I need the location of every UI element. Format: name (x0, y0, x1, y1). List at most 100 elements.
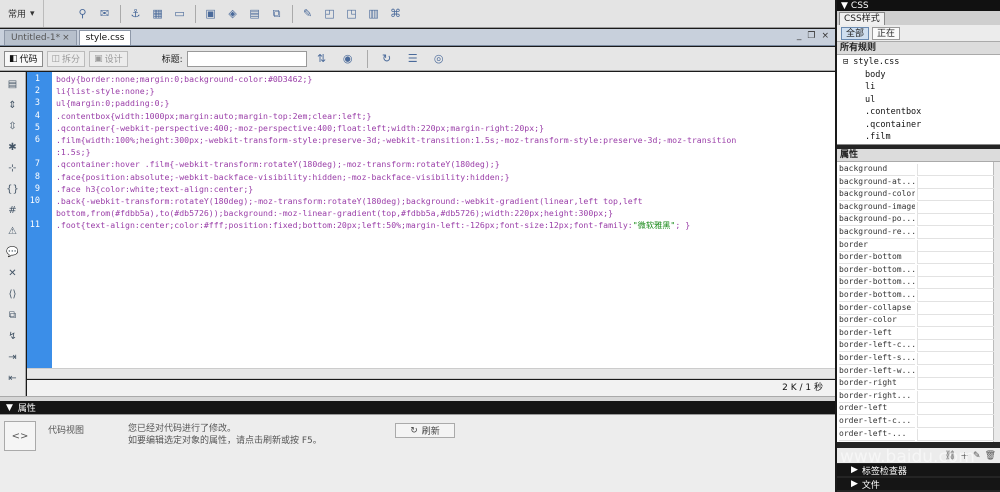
design-view-button[interactable]: ▣ 设计 (89, 50, 128, 67)
tag-inspector-header[interactable]: ▶ 标签检查器 (837, 464, 1000, 477)
css-property-name[interactable]: border-color (839, 315, 915, 328)
css-property-value[interactable] (917, 365, 994, 378)
outdent-icon[interactable]: ⇤ (4, 369, 22, 387)
css-property-value[interactable] (917, 252, 994, 265)
link-icon[interactable]: ⚲ (74, 5, 92, 23)
css-property-value[interactable] (917, 201, 994, 214)
date-icon[interactable]: ▤ (246, 5, 264, 23)
properties-scrollbar[interactable] (993, 162, 1000, 442)
select-parent-icon[interactable]: ⊹ (4, 159, 22, 177)
balance-braces-icon[interactable]: {} (4, 180, 22, 198)
rule-item[interactable]: .film (865, 132, 891, 142)
preview-globe-icon[interactable]: ◉ (339, 50, 357, 68)
css-property-name[interactable]: background-image (839, 202, 915, 214)
css-property-value[interactable] (917, 403, 994, 416)
expand-all-icon[interactable]: ✱ (4, 138, 22, 156)
rule-item[interactable]: body (865, 70, 885, 80)
delete-rule-icon[interactable]: 🗑 (985, 451, 996, 461)
css-property-name[interactable]: border-bottom... (839, 290, 915, 302)
css-property-value[interactable] (917, 327, 994, 340)
css-property-name[interactable]: border-left-s... (839, 353, 915, 365)
css-property-value[interactable] (917, 315, 994, 328)
css-property-name[interactable]: border-right... (839, 391, 915, 403)
visual-aids-icon[interactable]: ◎ (430, 50, 448, 68)
css-property-name[interactable]: border-bottom... (839, 265, 915, 277)
tab-style-css[interactable]: style.css (78, 30, 132, 45)
css-property-value[interactable] (917, 290, 994, 302)
css-property-value[interactable] (917, 390, 994, 403)
title-input[interactable] (186, 50, 307, 67)
css-property-value[interactable] (917, 340, 994, 353)
comment-icon[interactable]: ✎ (299, 5, 317, 23)
css-property-name[interactable]: background (839, 164, 915, 176)
css-property-value[interactable] (917, 164, 994, 176)
restore-icon[interactable]: ❐ (807, 31, 815, 41)
edit-rule-icon[interactable]: ✎ (973, 451, 981, 461)
move-css-icon[interactable]: ↯ (4, 327, 22, 345)
css-property-name[interactable]: border-collapse (839, 303, 915, 315)
css-property-name[interactable]: border-left-c... (839, 340, 915, 353)
css-property-value[interactable] (917, 227, 994, 239)
properties-panel-header[interactable]: ▼ 属性 (0, 401, 835, 414)
code-editor[interactable]: body{border:none;margin:0;background-col… (52, 72, 835, 368)
rule-stylesheet[interactable]: ⊟ style.css (843, 57, 899, 67)
css-property-name[interactable]: border-left-w... (839, 366, 915, 378)
close-icon[interactable]: × (821, 31, 829, 41)
css-property-name[interactable]: background-re... (839, 227, 915, 239)
css-property-value[interactable] (917, 378, 994, 391)
collapse-selection-icon[interactable]: ⇳ (4, 117, 22, 135)
refresh-button[interactable]: ↻ 刷新 (395, 423, 455, 438)
server-include-icon[interactable]: ⧉ (268, 5, 286, 23)
image-icon[interactable]: ▣ (202, 5, 220, 23)
css-property-name[interactable]: border-bottom... (839, 277, 915, 290)
css-property-name[interactable]: border (839, 240, 915, 252)
css-property-name[interactable]: order-left-... (839, 429, 915, 441)
css-property-value[interactable] (917, 189, 994, 202)
css-property-value[interactable] (917, 264, 994, 277)
css-property-name[interactable]: background-at... (839, 177, 915, 189)
tab-css-styles[interactable]: CSS样式 (839, 12, 885, 25)
code-view-button[interactable]: ◧ 代码 (4, 50, 43, 67)
css-property-name[interactable]: background-color (839, 189, 915, 202)
css-property-name[interactable]: border-bottom (839, 252, 915, 265)
remove-comment-icon[interactable]: ✕ (4, 264, 22, 282)
script-icon[interactable]: ◳ (343, 5, 361, 23)
close-icon[interactable]: × (62, 33, 70, 43)
table-icon[interactable]: ▦ (149, 5, 167, 23)
div-icon[interactable]: ▭ (171, 5, 189, 23)
view-options-icon[interactable]: ☰ (404, 50, 422, 68)
horizontal-scrollbar[interactable] (27, 368, 835, 379)
css-property-name[interactable]: border-right (839, 378, 915, 391)
css-property-name[interactable]: order-left (839, 403, 915, 416)
rule-item[interactable]: ul (865, 95, 875, 105)
css-property-name[interactable]: border-left (839, 328, 915, 340)
rule-item[interactable]: .contentbox (865, 107, 921, 117)
refresh-icon[interactable]: ↻ (378, 50, 396, 68)
attach-style-icon[interactable]: ⛓ (945, 451, 956, 461)
recent-snippets-icon[interactable]: ⧉ (4, 306, 22, 324)
tab-untitled-1[interactable]: Untitled-1* × (4, 30, 77, 45)
css-property-value[interactable] (917, 277, 994, 290)
line-numbers-icon[interactable]: # (4, 201, 22, 219)
email-icon[interactable]: ✉ (96, 5, 114, 23)
split-view-button[interactable]: ◫ 拆分 (46, 50, 86, 67)
css-property-value[interactable] (917, 428, 994, 441)
css-property-value[interactable] (917, 239, 994, 252)
apply-comment-icon[interactable]: 💬 (4, 243, 22, 261)
wrap-tag-icon[interactable]: ⟨⟩ (4, 285, 22, 303)
head-icon[interactable]: ◰ (321, 5, 339, 23)
css-property-name[interactable]: background-po... (839, 214, 915, 227)
css-property-value[interactable] (917, 214, 994, 227)
files-panel-header[interactable]: ▶ 文件 (837, 478, 1000, 491)
rule-item[interactable]: .qcontainer (865, 120, 921, 130)
css-property-value[interactable] (917, 353, 994, 365)
new-rule-icon[interactable]: ＋ (960, 449, 969, 462)
insert-category-select[interactable]: 常用 ▾ (0, 0, 44, 27)
file-management-icon[interactable]: ⇅ (313, 50, 331, 68)
indent-icon[interactable]: ⇥ (4, 348, 22, 366)
collapse-tag-icon[interactable]: ⇕ (4, 96, 22, 114)
highlight-invalid-icon[interactable]: ⚠ (4, 222, 22, 240)
media-icon[interactable]: ◈ (224, 5, 242, 23)
template-icon[interactable]: ▥ (365, 5, 383, 23)
minimize-icon[interactable]: _ (797, 31, 802, 41)
